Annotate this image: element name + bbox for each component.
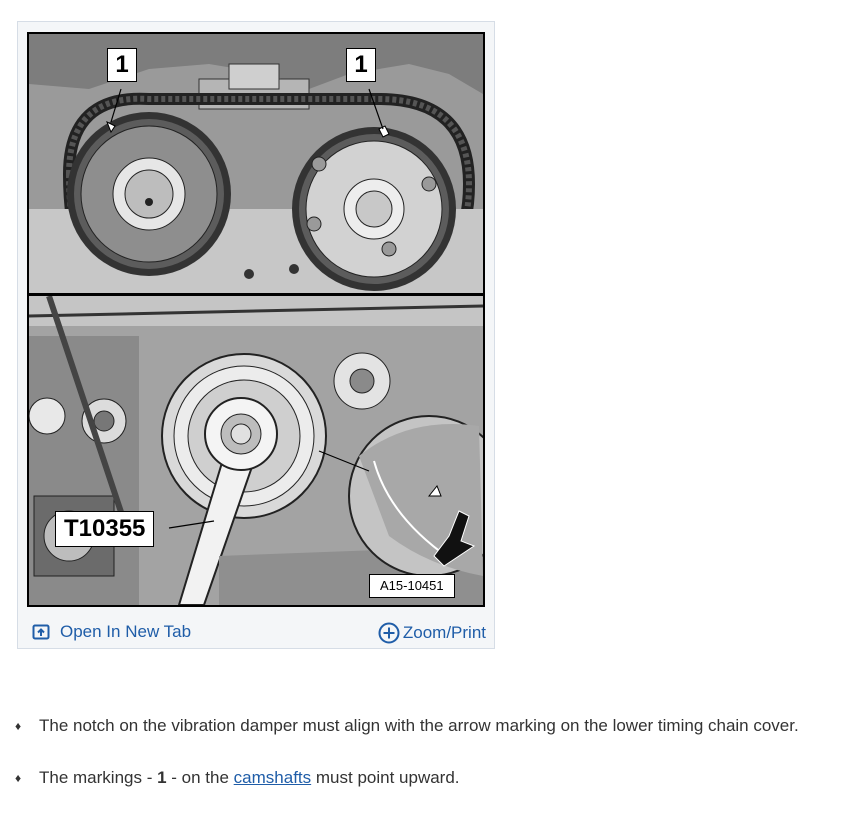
instruction-suffix: must point upward. xyxy=(311,768,460,787)
marking-number: 1 xyxy=(157,768,167,787)
vibration-damper-drawing xyxy=(29,296,483,605)
camshaft-drawing xyxy=(29,34,483,294)
zoom-print-label: Zoom/Print xyxy=(402,623,486,642)
figure-toolbar: Open In New Tab Zoom/Print xyxy=(18,614,494,648)
instruction-prefix: The markings - xyxy=(39,768,158,787)
tool-label: T10355 xyxy=(55,511,155,547)
list-item: ♦ The markings - 1 - on the camshafts mu… xyxy=(15,764,835,792)
plus-circle-icon xyxy=(378,622,400,644)
instruction-middle: - on the xyxy=(166,768,234,787)
open-in-new-tab-label: Open In New Tab xyxy=(60,622,192,641)
callout-right-camshaft: 1 xyxy=(346,48,376,82)
zoom-print-link[interactable]: Zoom/Print xyxy=(378,622,486,644)
diamond-bullet-icon: ♦ xyxy=(15,719,22,733)
vibration-damper-panel: T10355 A15-10451 xyxy=(29,296,483,605)
timing-illustration[interactable]: 1 1 T10355 A15-10451 xyxy=(27,32,485,607)
instruction-text: The notch on the vibration damper must a… xyxy=(39,716,799,735)
callout-left-camshaft: 1 xyxy=(107,48,137,82)
reference-code: A15-10451 xyxy=(369,574,455,598)
list-item: ♦ The notch on the vibration damper must… xyxy=(15,712,835,740)
camshafts-link[interactable]: camshafts xyxy=(234,768,311,787)
open-in-new-tab-link[interactable]: Open In New Tab xyxy=(32,622,191,642)
instruction-list: ♦ The notch on the vibration damper must… xyxy=(15,712,835,816)
open-in-new-tab-icon xyxy=(32,623,50,641)
figure-card: 1 1 T10355 A15-10451 Open In New Tab Zoo… xyxy=(17,21,495,649)
camshaft-panel: 1 1 xyxy=(29,34,483,294)
diamond-bullet-icon: ♦ xyxy=(15,771,22,785)
